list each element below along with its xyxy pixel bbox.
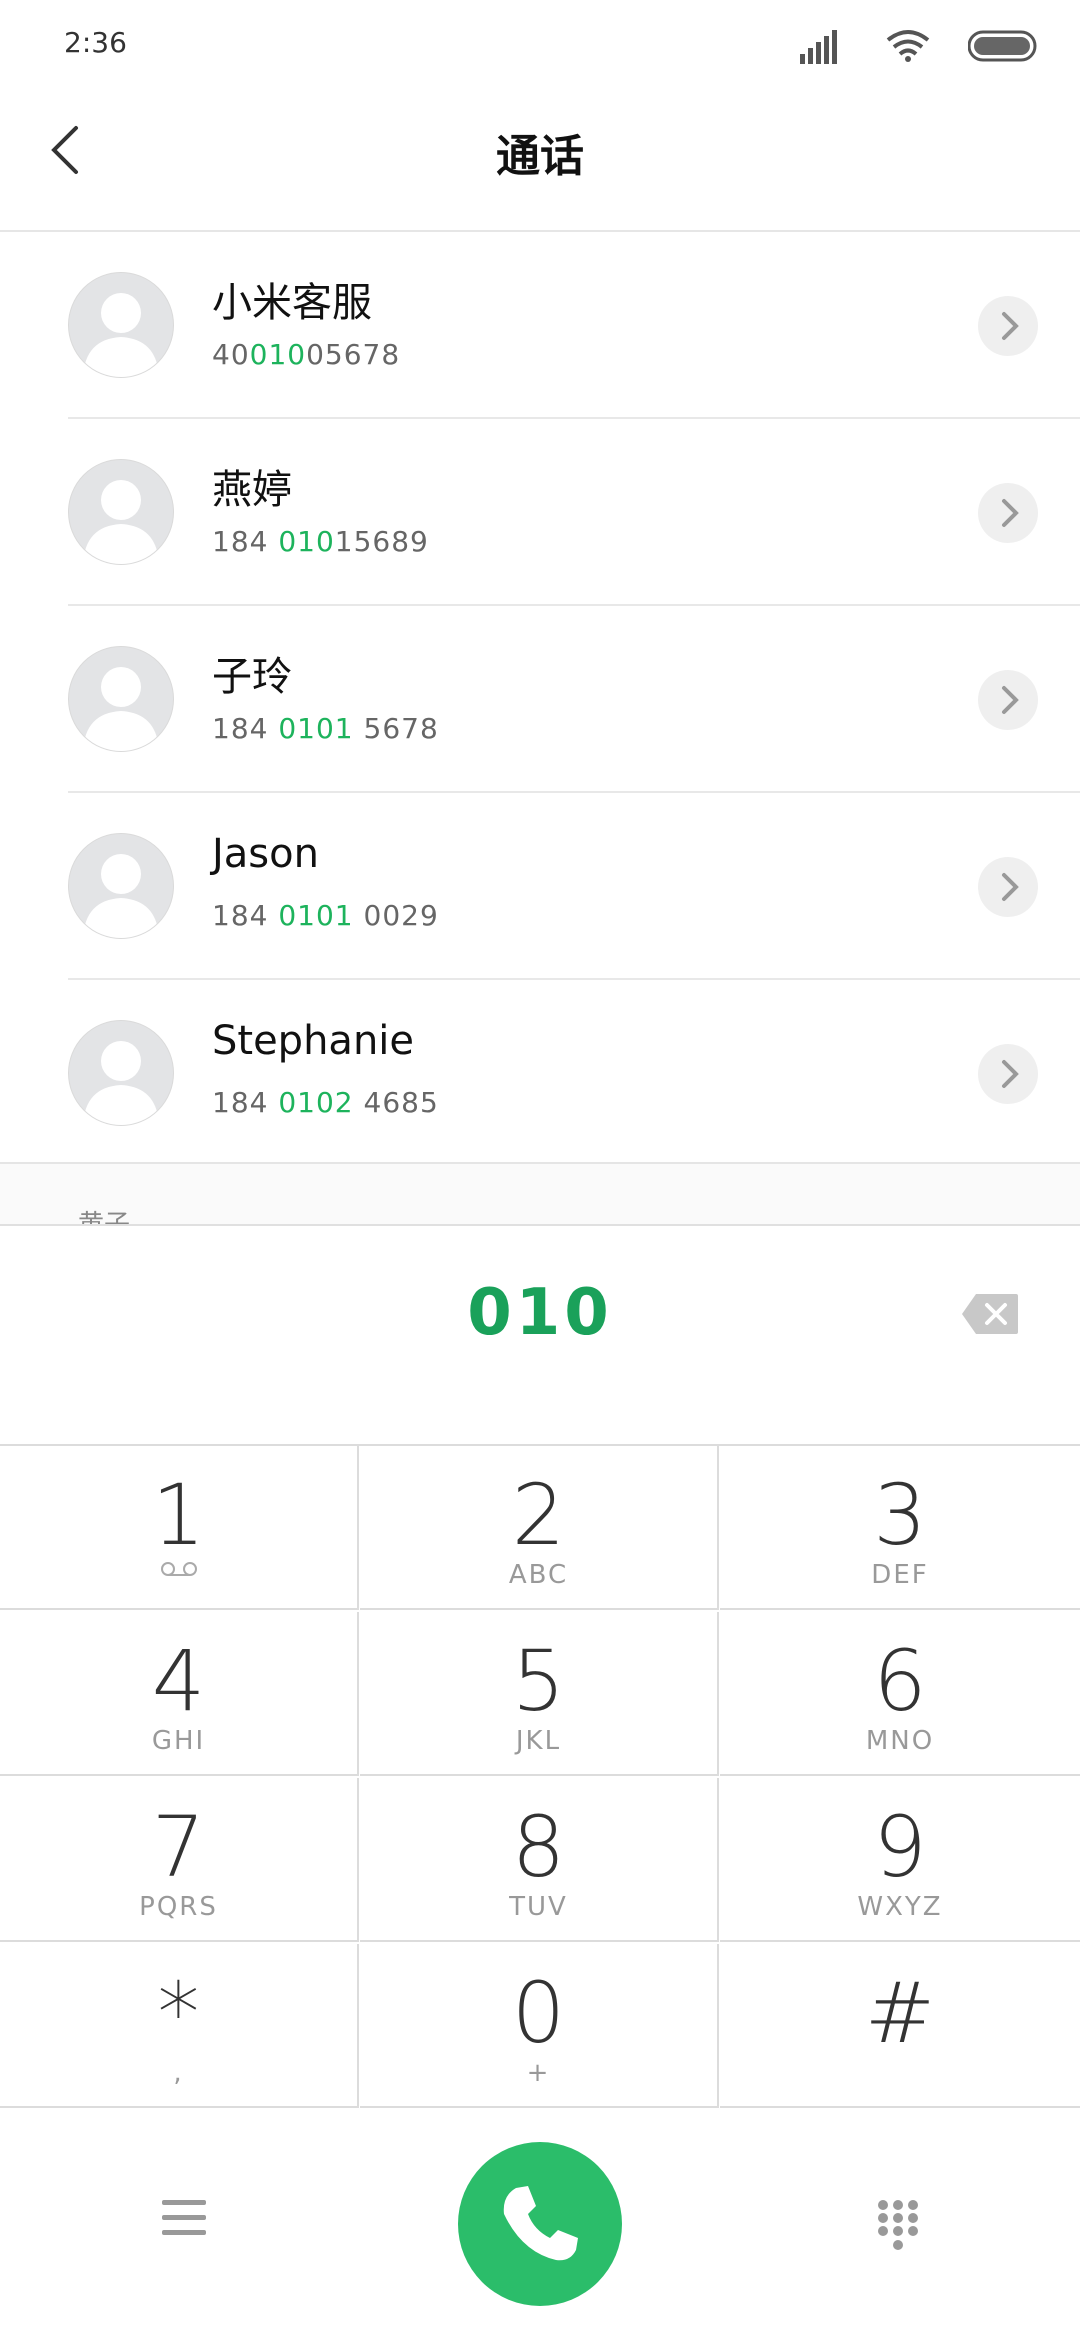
- contact-name: 子玲: [212, 654, 292, 700]
- peek-label: 黄子: [78, 1210, 131, 1226]
- key-8[interactable]: 8 TUV: [360, 1778, 719, 1942]
- key-hash[interactable]: #: [720, 1944, 1080, 2108]
- next-contact-peek: 黄子: [0, 1162, 1080, 1226]
- contact-name: Stephanie: [212, 1018, 415, 1064]
- menu-icon[interactable]: [162, 2198, 206, 2238]
- battery-icon: [968, 30, 1037, 62]
- contact-row[interactable]: Stephanie 184 0102 4685: [0, 980, 1080, 1167]
- chevron-right-icon[interactable]: [978, 483, 1038, 543]
- signal-icon: [800, 30, 837, 64]
- contact-row[interactable]: 小米客服 4001005678: [0, 232, 1080, 419]
- status-time: 2:36: [64, 26, 127, 59]
- key-star[interactable]: *,: [0, 1944, 359, 2108]
- voicemail-icon: [160, 1562, 197, 1576]
- contact-name: Jason: [212, 831, 319, 877]
- avatar: [68, 646, 174, 752]
- key-2[interactable]: 2 ABC: [360, 1446, 719, 1610]
- backspace-icon[interactable]: [960, 1292, 1020, 1336]
- key-0[interactable]: 0 +: [360, 1944, 719, 2108]
- avatar: [68, 833, 174, 939]
- dialpad-icon[interactable]: [876, 2198, 920, 2252]
- dialed-number: 010: [467, 1276, 613, 1350]
- bottom-action-bar: [0, 2110, 1080, 2340]
- contact-number: 184 0101 0029: [212, 899, 439, 932]
- dial-keypad: 1 2 ABC 3 DEF 4 GHI 5 JKL 6 MNO 7 PQRS 8 TUV 9W…: [0, 1444, 1080, 2110]
- contact-number: 4001005678: [212, 338, 401, 371]
- avatar: [68, 272, 174, 378]
- avatar: [68, 459, 174, 565]
- chevron-right-icon[interactable]: [978, 857, 1038, 917]
- call-button[interactable]: [458, 2142, 622, 2306]
- wifi-icon: [886, 30, 930, 62]
- contact-result-list[interactable]: 小米客服 4001005678 燕婷 184 01015689 子玲 184 0…: [0, 232, 1080, 1162]
- status-bar: 2:36: [0, 0, 1080, 90]
- key-6[interactable]: 6 MNO: [720, 1612, 1080, 1776]
- key-9[interactable]: 9 WXYZ: [720, 1778, 1080, 1942]
- key-5[interactable]: 5 JKL: [360, 1612, 719, 1776]
- contact-number: 184 0101 5678: [212, 712, 439, 745]
- key-1[interactable]: 1: [0, 1446, 359, 1610]
- chevron-right-icon[interactable]: [978, 296, 1038, 356]
- contact-row[interactable]: 燕婷 184 01015689: [0, 419, 1080, 606]
- contact-number: 184 0102 4685: [212, 1086, 439, 1119]
- chevron-right-icon[interactable]: [978, 670, 1038, 730]
- phone-icon: [503, 2186, 578, 2261]
- dial-display: 010: [0, 1224, 1080, 1446]
- contact-number: 184 01015689: [212, 525, 429, 558]
- contact-name: 小米客服: [212, 280, 372, 326]
- key-4[interactable]: 4 GHI: [0, 1612, 359, 1776]
- contact-name: 燕婷: [212, 467, 292, 513]
- app-header: 通话: [0, 90, 1080, 232]
- page-title: 通话: [496, 131, 584, 182]
- key-7[interactable]: 7 PQRS: [0, 1778, 359, 1942]
- key-3[interactable]: 3 DEF: [720, 1446, 1080, 1610]
- contact-row[interactable]: 子玲 184 0101 5678: [0, 606, 1080, 793]
- chevron-right-icon[interactable]: [978, 1044, 1038, 1104]
- avatar: [68, 1020, 174, 1126]
- contact-row[interactable]: Jason 184 0101 0029: [0, 793, 1080, 980]
